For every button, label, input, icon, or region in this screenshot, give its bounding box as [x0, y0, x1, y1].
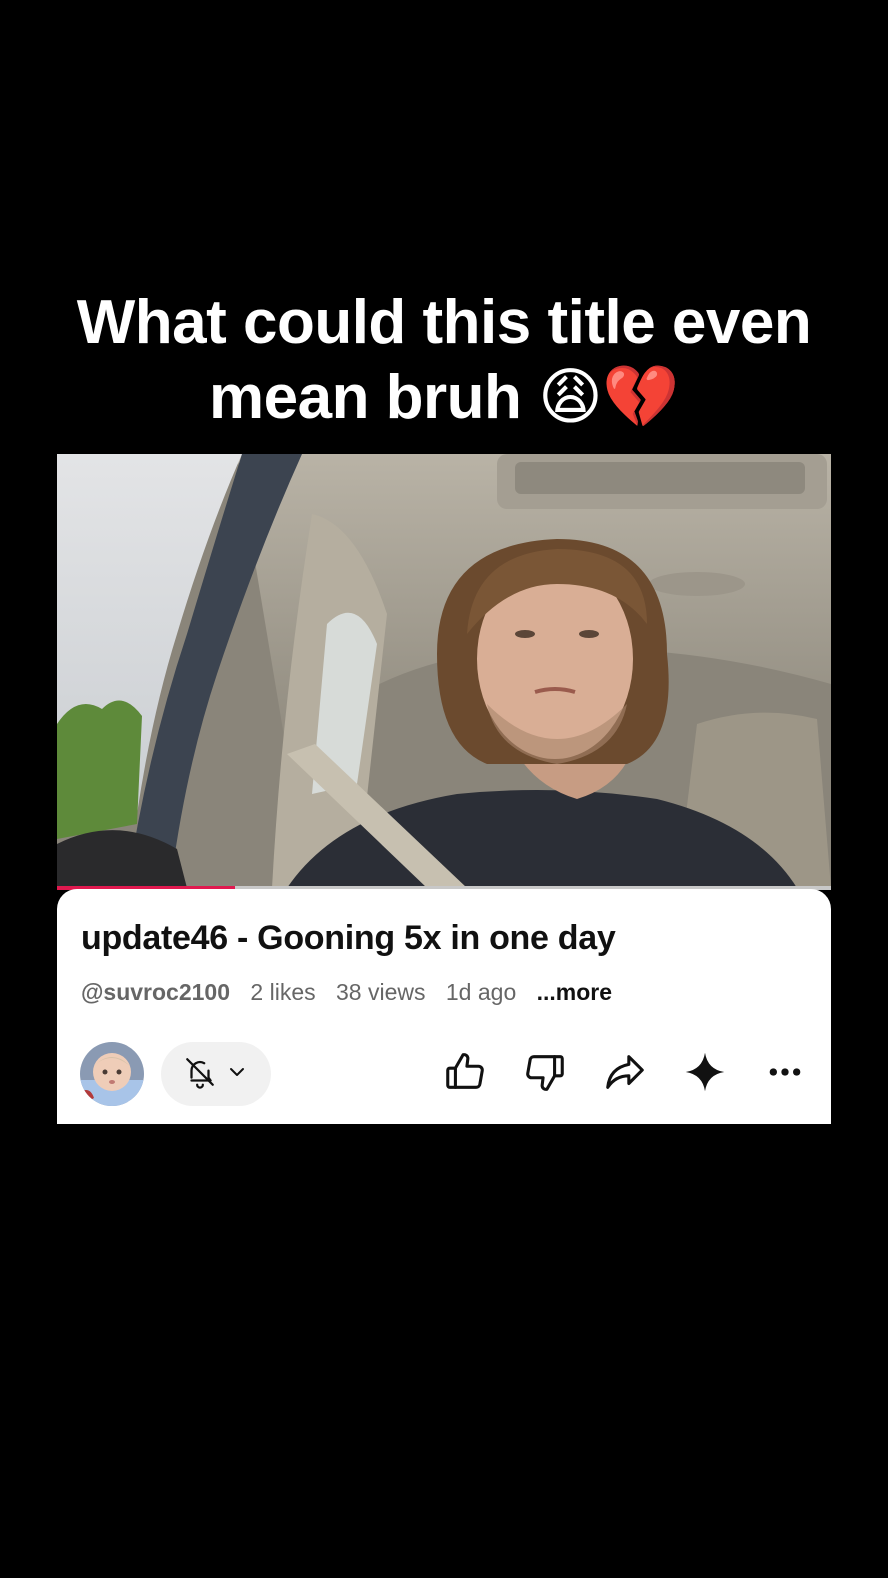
sparkle-icon: [684, 1051, 726, 1098]
channel-handle[interactable]: @suvroc2100: [81, 979, 230, 1005]
more-actions-button[interactable]: [757, 1046, 813, 1102]
caption-line-2: mean bruh 😩💔: [40, 360, 848, 435]
dislike-button[interactable]: [517, 1046, 573, 1102]
more-icon: [765, 1052, 805, 1097]
thumbs-down-icon: [522, 1049, 568, 1100]
like-button[interactable]: [437, 1046, 493, 1102]
thumbs-up-icon: [442, 1049, 488, 1100]
video-player[interactable]: [57, 454, 831, 888]
video-title[interactable]: update46 - Gooning 5x in one day: [81, 919, 616, 958]
like-count: 2 likes: [250, 979, 316, 1005]
share-icon: [602, 1049, 648, 1100]
upload-age: 1d ago: [445, 979, 517, 1005]
caption-line-2-text: mean bruh: [208, 363, 522, 432]
chevron-down-icon: [225, 1060, 249, 1089]
subscription-notifications-button[interactable]: [161, 1042, 271, 1106]
view-count: 38 views: [336, 979, 426, 1005]
video-frame: [57, 454, 831, 888]
bell-off-icon: [183, 1055, 217, 1094]
video-meta: @suvroc2100 2 likes 38 views 1d ago ...m…: [81, 979, 626, 1006]
more-link[interactable]: ...more: [537, 979, 612, 1005]
overlay-caption: What could this title even mean bruh 😩💔: [40, 286, 848, 435]
channel-avatar[interactable]: [80, 1042, 144, 1106]
share-button[interactable]: [597, 1046, 653, 1102]
video-details-card: update46 - Gooning 5x in one day @suvroc…: [57, 889, 831, 1124]
caption-emojis: 😩💔: [538, 360, 679, 433]
avatar-image: [80, 1042, 144, 1106]
caption-line-1: What could this title even: [76, 288, 812, 357]
ai-assist-button[interactable]: [677, 1046, 733, 1102]
